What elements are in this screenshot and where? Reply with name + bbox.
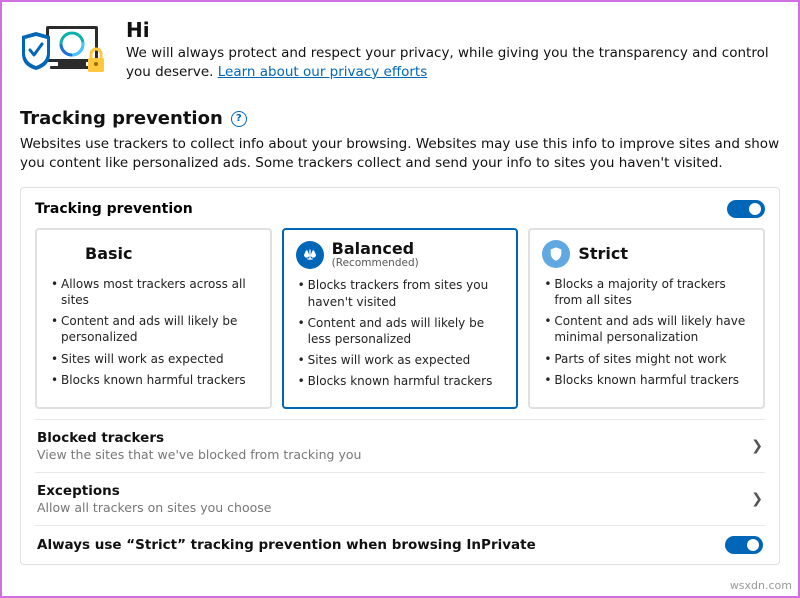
inprivate-strict-title: Always use “Strict” tracking prevention … bbox=[37, 537, 536, 553]
scales-icon bbox=[296, 241, 324, 269]
inprivate-strict-row: Always use “Strict” tracking prevention … bbox=[35, 525, 765, 556]
card-basic[interactable]: Basic Allows most trackers across all si… bbox=[35, 228, 272, 409]
tracking-prevention-toggle[interactable] bbox=[727, 200, 765, 218]
section-desc: Websites use trackers to collect info ab… bbox=[20, 135, 780, 173]
globe-icon bbox=[49, 240, 77, 268]
exceptions-title: Exceptions bbox=[37, 483, 271, 499]
tracking-prevention-panel: Tracking prevention Basic Allows most tr… bbox=[20, 187, 780, 565]
card-balanced-title: Balanced bbox=[332, 240, 419, 258]
section-title: Tracking prevention bbox=[20, 108, 223, 129]
hero-greeting: Hi bbox=[126, 18, 780, 42]
hero: Hi We will always protect and respect yo… bbox=[20, 18, 780, 88]
shield-icon bbox=[542, 240, 570, 268]
card-basic-title: Basic bbox=[85, 245, 132, 263]
card-strict-title: Strict bbox=[578, 245, 628, 263]
card-balanced[interactable]: Balanced (Recommended) Blocks trackers f… bbox=[282, 228, 519, 409]
exceptions-row[interactable]: Exceptions Allow all trackers on sites y… bbox=[35, 472, 765, 525]
inprivate-strict-toggle[interactable] bbox=[725, 536, 763, 554]
panel-title: Tracking prevention bbox=[35, 201, 193, 217]
exceptions-sub: Allow all trackers on sites you choose bbox=[37, 500, 271, 515]
watermark: wsxdn.com bbox=[730, 579, 792, 592]
blocked-trackers-sub: View the sites that we've blocked from t… bbox=[37, 447, 361, 462]
card-balanced-subtitle: (Recommended) bbox=[332, 257, 419, 269]
hero-body: We will always protect and respect your … bbox=[126, 44, 780, 82]
chevron-right-icon: ❯ bbox=[751, 438, 763, 454]
privacy-efforts-link[interactable]: Learn about our privacy efforts bbox=[218, 64, 428, 80]
card-balanced-list: Blocks trackers from sites you haven't v… bbox=[296, 277, 505, 389]
blocked-trackers-row[interactable]: Blocked trackers View the sites that we'… bbox=[35, 419, 765, 472]
blocked-trackers-title: Blocked trackers bbox=[37, 430, 361, 446]
privacy-hero-icon bbox=[20, 18, 110, 88]
card-basic-list: Allows most trackers across all sites Co… bbox=[49, 276, 258, 388]
card-strict[interactable]: Strict Blocks a majority of trackers fro… bbox=[528, 228, 765, 409]
help-icon[interactable]: ? bbox=[231, 111, 247, 127]
card-strict-list: Blocks a majority of trackers from all s… bbox=[542, 276, 751, 388]
chevron-right-icon: ❯ bbox=[751, 491, 763, 507]
